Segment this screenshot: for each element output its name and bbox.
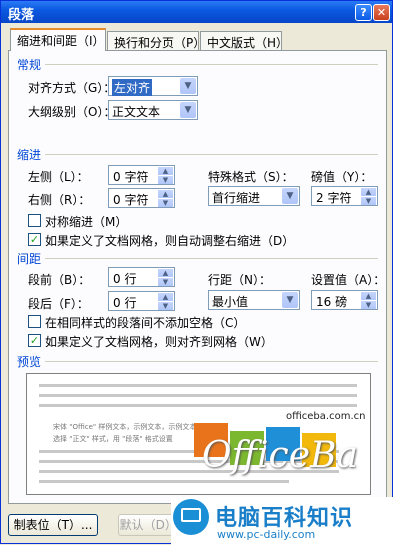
preview-line bbox=[39, 384, 357, 387]
indent-left-label: 左侧（L）： bbox=[28, 170, 89, 184]
indent-right-label: 右侧（R）： bbox=[28, 193, 91, 207]
spacing-before-label: 段前（B）： bbox=[28, 273, 91, 287]
section-general: 常规 bbox=[17, 58, 42, 72]
line-spacing-label: 行距（N）： bbox=[208, 273, 271, 287]
paragraph-dialog: 段落 ? ✕ 缩进和间距（I） 换行和分页（P） 中文版式（H） 常规 对齐方式… bbox=[0, 0, 393, 545]
indent-left-value: 0 字符 bbox=[113, 170, 149, 184]
tab-line-page-breaks[interactable]: 换行和分页（P） bbox=[107, 31, 205, 50]
auto-adjust-right-checkbox[interactable]: ✓ bbox=[28, 233, 41, 246]
chevron-down-icon[interactable]: ▼ bbox=[282, 292, 298, 308]
tabs-button[interactable]: 制表位（T）... bbox=[8, 514, 98, 536]
spin-up-icon[interactable]: ▲ bbox=[361, 188, 376, 196]
tab-indents-spacing[interactable]: 缩进和间距（I） bbox=[10, 28, 106, 51]
spin-down-icon[interactable]: ▼ bbox=[158, 302, 173, 310]
divider bbox=[45, 258, 378, 259]
alignment-value: 左对齐 bbox=[112, 79, 153, 96]
spacing-before-value: 0 行 bbox=[113, 272, 137, 286]
chevron-down-icon[interactable]: ▼ bbox=[180, 78, 196, 94]
spin-down-icon[interactable]: ▼ bbox=[158, 176, 173, 184]
indent-right-value: 0 字符 bbox=[113, 193, 149, 207]
indent-right-stepper[interactable]: 0 字符 ▲ ▼ bbox=[108, 188, 175, 208]
spin-up-icon[interactable]: ▲ bbox=[158, 167, 173, 175]
snap-to-grid-checkbox[interactable]: ✓ bbox=[28, 334, 41, 347]
auto-adjust-right-label: 如果定义了文档网格，则自动调整右缩进（D） bbox=[45, 234, 295, 248]
officeba-watermark-logo: officeba.com.cn OfficeBa bbox=[186, 411, 376, 491]
spin-up-icon[interactable]: ▲ bbox=[158, 269, 173, 277]
spin-up-icon[interactable]: ▲ bbox=[361, 292, 376, 300]
no-space-same-style-checkbox[interactable] bbox=[28, 315, 41, 328]
outline-level-select[interactable]: 正文文本 ▼ bbox=[108, 100, 198, 120]
pc-daily-brand-overlay: 电脑百科知识 www.pc-daily.com bbox=[171, 497, 393, 545]
monitor-icon bbox=[173, 499, 209, 535]
spin-down-icon[interactable]: ▼ bbox=[361, 197, 376, 205]
snap-to-grid-label: 如果定义了文档网格，则对齐到网格（W） bbox=[45, 335, 273, 349]
help-icon[interactable]: ? bbox=[355, 4, 372, 21]
preview-line bbox=[39, 394, 357, 397]
section-preview: 预览 bbox=[17, 355, 42, 369]
spin-down-icon[interactable]: ▼ bbox=[158, 278, 173, 286]
spacing-after-label: 段后（F）： bbox=[28, 297, 89, 311]
tab-asian-typography[interactable]: 中文版式（H） bbox=[200, 31, 288, 50]
watermark-site: officeba.com.cn bbox=[286, 411, 366, 422]
line-spacing-select[interactable]: 最小值 ▼ bbox=[208, 290, 300, 310]
alignment-label: 对齐方式（G）： bbox=[28, 81, 116, 95]
spacing-before-stepper[interactable]: 0 行 ▲ ▼ bbox=[108, 267, 175, 287]
chevron-down-icon[interactable]: ▼ bbox=[180, 102, 196, 118]
divider bbox=[45, 361, 378, 362]
line-spacing-value: 最小值 bbox=[212, 295, 249, 309]
special-indent-label: 特殊格式（S）： bbox=[208, 170, 294, 184]
divider bbox=[45, 64, 378, 65]
chevron-down-icon[interactable]: ▼ bbox=[282, 188, 298, 204]
preview-sample-text: 宋体 "Office" 样例文本，示例文本，示例文本 bbox=[53, 423, 197, 431]
spacing-after-stepper[interactable]: 0 行 ▲ ▼ bbox=[108, 291, 175, 311]
outline-level-value: 正文文本 bbox=[112, 105, 161, 119]
no-space-same-style-label: 在相同样式的段落间不添加空格（C） bbox=[45, 316, 246, 330]
indent-by-label: 磅值（Y）： bbox=[311, 170, 373, 184]
spin-down-icon[interactable]: ▼ bbox=[158, 199, 173, 207]
alignment-select[interactable]: 左对齐 ▼ bbox=[108, 76, 198, 96]
special-indent-select[interactable]: 首行缩进 ▼ bbox=[208, 186, 300, 206]
section-indentation: 缩进 bbox=[17, 148, 42, 162]
section-spacing: 间距 bbox=[17, 252, 42, 266]
mirror-indents-label: 对称缩进（M） bbox=[45, 215, 128, 229]
indent-by-stepper[interactable]: 2 字符 ▲ ▼ bbox=[311, 186, 378, 206]
preview-sample-text: 选择 "正文" 样式，用 "段落" 格式设置 bbox=[53, 435, 173, 443]
close-icon[interactable]: ✕ bbox=[373, 4, 390, 21]
spacing-at-stepper[interactable]: 16 磅 ▲ ▼ bbox=[311, 290, 378, 310]
outline-level-label: 大纲级别（O）： bbox=[28, 105, 116, 119]
brand-url: www.pc-daily.com bbox=[217, 528, 316, 541]
spacing-after-value: 0 行 bbox=[113, 296, 137, 310]
mirror-indents-checkbox[interactable] bbox=[28, 214, 41, 227]
title-bar[interactable]: 段落 ? ✕ bbox=[1, 1, 392, 23]
window-title: 段落 bbox=[8, 8, 35, 23]
special-indent-value: 首行缩进 bbox=[212, 191, 261, 205]
divider bbox=[45, 154, 378, 155]
spin-up-icon[interactable]: ▲ bbox=[158, 293, 173, 301]
spacing-at-value: 16 磅 bbox=[316, 295, 348, 309]
preview-line bbox=[39, 404, 357, 407]
spacing-at-label: 设置值（A）： bbox=[311, 273, 386, 287]
indent-by-value: 2 字符 bbox=[316, 191, 352, 205]
spin-down-icon[interactable]: ▼ bbox=[361, 301, 376, 309]
indent-left-stepper[interactable]: 0 字符 ▲ ▼ bbox=[108, 165, 175, 185]
spin-up-icon[interactable]: ▲ bbox=[158, 190, 173, 198]
watermark-word: OfficeBa bbox=[202, 435, 358, 476]
